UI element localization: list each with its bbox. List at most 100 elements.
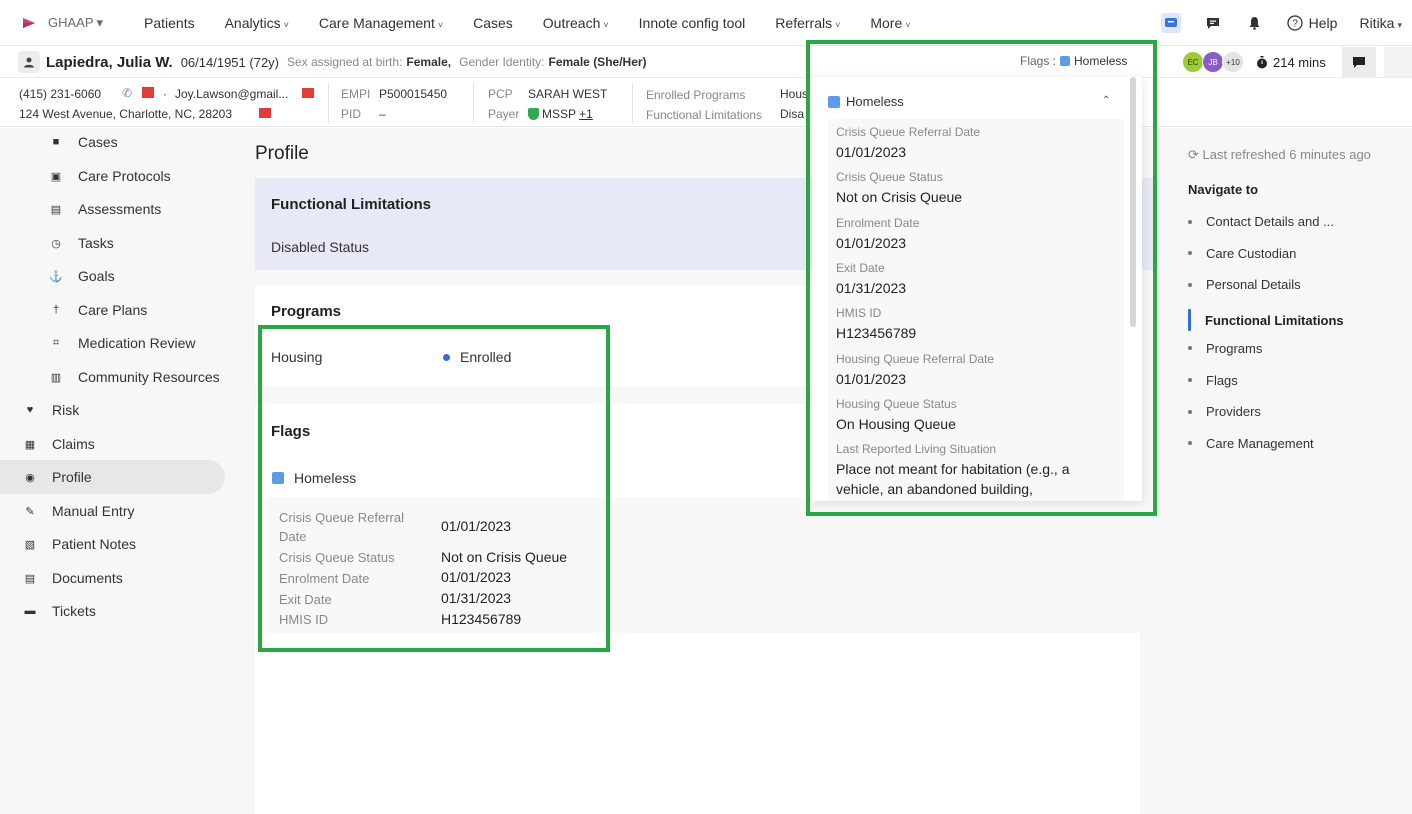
email-address[interactable]: Joy.Lawson@gmail...: [175, 87, 288, 101]
sidebar-item-tickets[interactable]: ▬ Tickets: [24, 603, 96, 619]
nav-item-analytics[interactable]: Analytics ˅: [225, 15, 289, 31]
heart-icon: ♥: [26, 404, 34, 416]
nav-item-cases[interactable]: Cases: [473, 15, 513, 31]
patient-chat-button[interactable]: [1342, 47, 1376, 77]
nav-item-outreach[interactable]: Outreach ˅: [543, 15, 609, 31]
nav-item-label: Referrals: [775, 14, 833, 31]
sidebar-item-tasks[interactable]: ◷ Tasks: [50, 235, 114, 251]
sidebar-item-assessments[interactable]: ▤ Assessments: [50, 201, 161, 217]
chevron-down-icon: ˅: [437, 19, 444, 30]
clock-icon: ◷: [51, 237, 61, 250]
pid-label: PID: [341, 107, 362, 121]
email-separator: ·: [163, 87, 167, 101]
chat-icon[interactable]: [1203, 13, 1223, 33]
nav-link-contact-details-and[interactable]: Contact Details and ...: [1188, 214, 1334, 229]
sidebar-footer: [0, 628, 240, 814]
nav-link-label: Flags: [1206, 372, 1238, 388]
chevron-down-icon: ▾: [1397, 20, 1402, 30]
document-icon: ▤: [24, 572, 36, 585]
sidebar-item-manual-entry[interactable]: ✎ Manual Entry: [24, 503, 134, 519]
nav-link-label: Contact Details and ...: [1206, 214, 1334, 229]
nav-link-functional-limitations[interactable]: Functional Limitations: [1188, 309, 1344, 332]
nav-link-label: Functional Limitations: [1205, 312, 1344, 328]
enrolled-programs-label: Enrolled Programs: [646, 88, 746, 102]
sidebar-item-care-plans[interactable]: † Care Plans: [50, 302, 147, 318]
payer-value: MSSP +1: [528, 107, 593, 121]
nav-item-care-management[interactable]: Care Management ˅: [319, 15, 443, 31]
bell-icon[interactable]: [1245, 13, 1265, 33]
nav-item-patients[interactable]: Patients: [144, 15, 195, 31]
sidebar-item-documents[interactable]: ▤ Documents: [24, 570, 123, 586]
sidebar-item-label: Claims: [52, 436, 95, 452]
sidebar-item-patient-notes[interactable]: ▧ Patient Notes: [24, 536, 136, 552]
pid-value: –: [379, 107, 386, 121]
messages-icon[interactable]: [1160, 13, 1181, 33]
patient-contact-bar: (415) 231-6060 ✆ · Joy.Lawson@gmail... 1…: [0, 79, 1412, 127]
clipboard-icon: ▤: [50, 203, 62, 216]
nav-link-care-management[interactable]: Care Management: [1188, 436, 1314, 451]
last-refreshed[interactable]: ⟳ Last refreshed 6 minutes ago: [1188, 147, 1371, 163]
help-label: Help: [1308, 15, 1338, 31]
programs-title: Programs: [271, 303, 342, 320]
user-menu[interactable]: Ritika ▾: [1359, 15, 1402, 31]
sidebar-item-care-protocols[interactable]: ▣ Care Protocols: [50, 168, 171, 184]
enrolled-programs-value: Hous: [780, 87, 809, 101]
nav-item-label: Patients: [144, 14, 195, 31]
top-navigation: GHAAP ▾ Patients Analytics ˅ Care Managemen…: [0, 0, 1412, 46]
address: 124 West Avenue, Charlotte, NC, 28203: [19, 107, 233, 121]
content-blank-area: [255, 633, 1140, 814]
bullet-icon: [1188, 346, 1192, 351]
patient-name[interactable]: Lapiedra, Julia W.: [46, 54, 173, 71]
care-team-avatars[interactable]: EC JB +10 214 mins: [1182, 51, 1326, 73]
phone-number[interactable]: (415) 231-6060: [19, 87, 101, 101]
refresh-icon: ⟳: [1188, 147, 1199, 162]
person-icon: †: [52, 304, 60, 316]
payer-name: MSSP: [542, 107, 576, 121]
sidebar-item-goals[interactable]: ⚓ Goals: [49, 268, 114, 284]
nav-item-label: More: [870, 14, 903, 31]
sidebar-item-profile[interactable]: ◉ Profile: [0, 460, 225, 494]
time-tracker[interactable]: 214 mins: [1256, 55, 1326, 70]
nav-link-providers[interactable]: Providers: [1188, 404, 1261, 419]
folder-icon: ■: [52, 136, 60, 148]
bullet-icon: [1188, 282, 1192, 287]
patient-dob: 06/14/1951 (72y): [180, 54, 279, 70]
brand-name: GHAAP: [48, 15, 94, 30]
stopwatch-icon: [1257, 55, 1267, 68]
bullet-icon: [1188, 409, 1192, 414]
sidebar-item-claims[interactable]: ▦ Claims: [24, 436, 95, 452]
nav-link-label: Care Management: [1206, 435, 1314, 451]
sidebar-item-community-resources[interactable]: ▥ Community Resources: [50, 369, 220, 385]
nav-link-personal-details[interactable]: Personal Details: [1188, 277, 1301, 292]
chat-icon: [1353, 56, 1365, 68]
nav-link-programs[interactable]: Programs: [1188, 341, 1262, 356]
nav-link-label: Care Custodian: [1206, 245, 1297, 261]
sidebar-item-risk[interactable]: ♥ Risk: [24, 402, 80, 418]
sidebar-item-label: Risk: [52, 402, 80, 418]
bullet-icon: [1188, 378, 1192, 382]
bullet-icon: [1188, 309, 1191, 332]
expand-button[interactable]: [1384, 47, 1412, 77]
sidebar-item-label: Care Plans: [78, 302, 148, 318]
empi-value: P500015450: [379, 87, 448, 101]
shield-icon: [528, 108, 539, 120]
sidebar-item-cases[interactable]: ■ Cases: [50, 134, 118, 150]
nav-item-label: Cases: [473, 14, 513, 31]
help-button[interactable]: ? Help: [1287, 15, 1338, 31]
brand-switcher[interactable]: GHAAP ▾: [22, 15, 132, 31]
nav-item-label: Innote config tool: [638, 14, 746, 31]
sidebar-item-medication-review[interactable]: ⌗ Medication Review: [50, 335, 196, 351]
nav-link-care-custodian[interactable]: Care Custodian: [1188, 246, 1296, 261]
payer-more-link[interactable]: +1: [579, 107, 593, 121]
sex-label: Sex assigned at birth:: [287, 55, 403, 69]
nav-item-innote-config-tool[interactable]: Innote config tool: [639, 15, 746, 31]
help-icon: ?: [1287, 15, 1303, 31]
patient-header: Lapiedra, Julia W. 06/14/1951 (72y) Sex …: [0, 47, 1412, 78]
nav-item-referrals[interactable]: Referrals ˅: [775, 15, 840, 31]
section-navigator-footer: [1158, 630, 1412, 814]
divider: [473, 83, 474, 123]
nav-link-flags[interactable]: Flags: [1188, 373, 1238, 388]
nav-item-more[interactable]: More ˅: [870, 15, 910, 31]
payer-label: Payer: [488, 107, 520, 121]
divider: [328, 83, 329, 123]
